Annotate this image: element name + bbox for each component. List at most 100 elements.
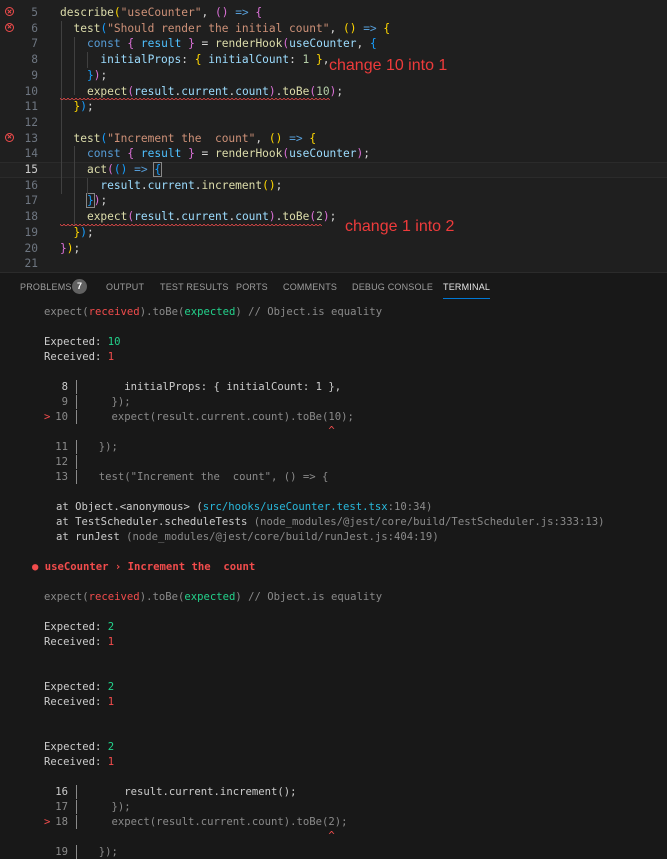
- snippet-line-number: 17: [55, 801, 68, 813]
- snippet-line-number: 13: [55, 471, 68, 483]
- snippet-line-number: 19: [55, 846, 68, 858]
- code-line[interactable]: 12: [0, 115, 667, 131]
- code-line[interactable]: 7 const { result } = renderHook(useCount…: [0, 36, 667, 52]
- snippet-gutter-bar: [76, 455, 77, 469]
- code-text: result.current.increment();: [100, 178, 283, 192]
- code-text: test("Increment the count", () => {: [73, 131, 317, 145]
- line-number: 16: [24, 178, 38, 192]
- code-text: });: [73, 100, 94, 114]
- error-circle-icon[interactable]: [5, 22, 14, 32]
- snippet-gutter-bar: [76, 800, 77, 814]
- expected-value-line: Expected: 2: [44, 741, 115, 753]
- snippet-code: initialProps: { initialCount: 1 },: [86, 381, 342, 393]
- stack-trace-line: at Object.<anonymous> (src/hooks/useCoun…: [56, 501, 433, 513]
- line-number: 9: [31, 68, 38, 82]
- error-squiggle: [60, 98, 330, 101]
- code-text: });: [60, 241, 81, 255]
- snippet-code: });: [86, 441, 118, 453]
- snippet-gutter-bar: [76, 410, 77, 424]
- code-line[interactable]: 18 expect(result.current.count).toBe(2);: [0, 209, 667, 225]
- line-number: 19: [24, 225, 38, 239]
- line-number: 15: [24, 163, 38, 176]
- indent-guide: [87, 52, 88, 68]
- expect-equality-hint: expect(received).toBe(expected) // Objec…: [44, 591, 383, 603]
- code-line[interactable]: 14 const { result } = renderHook(useCoun…: [0, 146, 667, 162]
- tab-test-results[interactable]: TEST RESULTS: [160, 282, 229, 292]
- failure-title: ● useCounter › Increment the count: [32, 561, 256, 573]
- expect-equality-hint: expect(received).toBe(expected) // Objec…: [44, 306, 383, 318]
- snippet-code: });: [86, 801, 131, 813]
- line-number: 6: [31, 21, 38, 35]
- line-number: 20: [24, 241, 38, 255]
- code-line[interactable]: 13 test("Increment the count", () => {: [0, 131, 667, 147]
- terminal-output[interactable]: expect(received).toBe(expected) // Objec…: [0, 302, 667, 859]
- snippet-code: expect(result.current.count).toBe(10);: [86, 411, 354, 423]
- snippet-line-number: 10: [55, 411, 68, 423]
- snippet-code: });: [86, 846, 118, 858]
- received-value-line: Received: 1: [44, 696, 115, 708]
- snippet-line-number: 16: [55, 786, 68, 798]
- snippet-gutter-bar: [76, 440, 77, 454]
- snippet-line-number: 12: [55, 456, 68, 468]
- snippet-line-number: 18: [55, 816, 68, 828]
- error-circle-icon[interactable]: [5, 132, 14, 142]
- tab-ports[interactable]: PORTS: [236, 282, 268, 292]
- annotation-change-1-to-2: change 1 into 2: [345, 218, 455, 235]
- indent-guide: [61, 21, 62, 194]
- line-number: 17: [24, 194, 38, 208]
- annotation-change-10-to-1: change 10 into 1: [329, 57, 448, 74]
- tab-problems[interactable]: PROBLEMS: [20, 282, 72, 292]
- indent-guide: [87, 178, 88, 194]
- snippet-code: expect(result.current.count).toBe(2);: [86, 816, 348, 828]
- code-editor[interactable]: 5 describe("useCounter", () => { 6 test("S…: [0, 0, 667, 272]
- problems-count-badge: 7: [72, 279, 87, 294]
- error-caret: ^: [86, 425, 335, 437]
- tab-terminal[interactable]: TERMINAL: [443, 282, 491, 299]
- snippet-gutter-bar: [76, 395, 77, 409]
- indent-guide: [74, 37, 75, 95]
- snippet-gutter-bar: [76, 470, 77, 484]
- code-text: const { result } = renderHook(useCounter…: [86, 147, 370, 161]
- code-line[interactable]: 5 describe("useCounter", () => {: [0, 5, 667, 21]
- snippet-gutter-bar: [76, 380, 77, 394]
- indent-guide: [74, 146, 75, 226]
- line-number: 8: [31, 53, 38, 67]
- line-number: 5: [31, 6, 38, 19]
- snippet-line-number: 9: [61, 396, 68, 408]
- line-number: 10: [24, 84, 38, 98]
- code-line[interactable]: 6 test("Should render the initial count"…: [0, 21, 667, 37]
- snippet-line-number: 11: [55, 441, 68, 453]
- code-line[interactable]: 19 });: [0, 225, 667, 241]
- code-line[interactable]: 21: [0, 256, 667, 272]
- received-value-line: Received: 1: [44, 756, 115, 768]
- code-text: const { result } = renderHook(useCounter…: [86, 37, 377, 51]
- code-text: describe("useCounter", () => {: [60, 6, 263, 19]
- code-text: expect(result.current.count).toBe(2);: [86, 210, 337, 224]
- expected-value-line: Expected: 2: [44, 621, 115, 633]
- snippet-code: result.current.increment();: [86, 786, 297, 798]
- code-line[interactable]: 11 });: [0, 99, 667, 115]
- line-number: 11: [24, 100, 38, 114]
- tab-comments[interactable]: COMMENTS: [283, 282, 337, 292]
- tab-debug-console[interactable]: DEBUG CONSOLE: [352, 282, 433, 292]
- code-text: act(() => {: [86, 162, 163, 177]
- code-text: expect(result.current.count).toBe(10);: [86, 84, 344, 98]
- code-text: });: [85, 193, 108, 209]
- code-line[interactable]: 17 });: [0, 193, 667, 209]
- panel-tab-bar: PROBLEMS OUTPUT TEST RESULTS PORTS COMME…: [0, 272, 667, 302]
- error-circle-icon[interactable]: [5, 7, 14, 16]
- line-number: 18: [24, 210, 38, 224]
- code-line[interactable]: 15 act(() => {: [0, 162, 667, 178]
- tab-output[interactable]: OUTPUT: [106, 282, 144, 292]
- code-line[interactable]: 10 expect(result.current.count).toBe(10)…: [0, 84, 667, 100]
- error-caret: ^: [86, 830, 335, 842]
- stack-trace-line: at runJest (node_modules/@jest/core/buil…: [56, 531, 439, 543]
- received-value-line: Received: 1: [44, 636, 115, 648]
- code-line[interactable]: 20});: [0, 241, 667, 257]
- code-line[interactable]: 16 result.current.increment();: [0, 178, 667, 194]
- line-number: 7: [31, 37, 38, 51]
- code-text: initialProps: { initialCount: 1 },: [100, 53, 330, 67]
- snippet-code: });: [86, 396, 131, 408]
- line-number: 13: [24, 131, 38, 145]
- stack-trace-line: at TestScheduler.scheduleTests (node_mod…: [56, 516, 605, 528]
